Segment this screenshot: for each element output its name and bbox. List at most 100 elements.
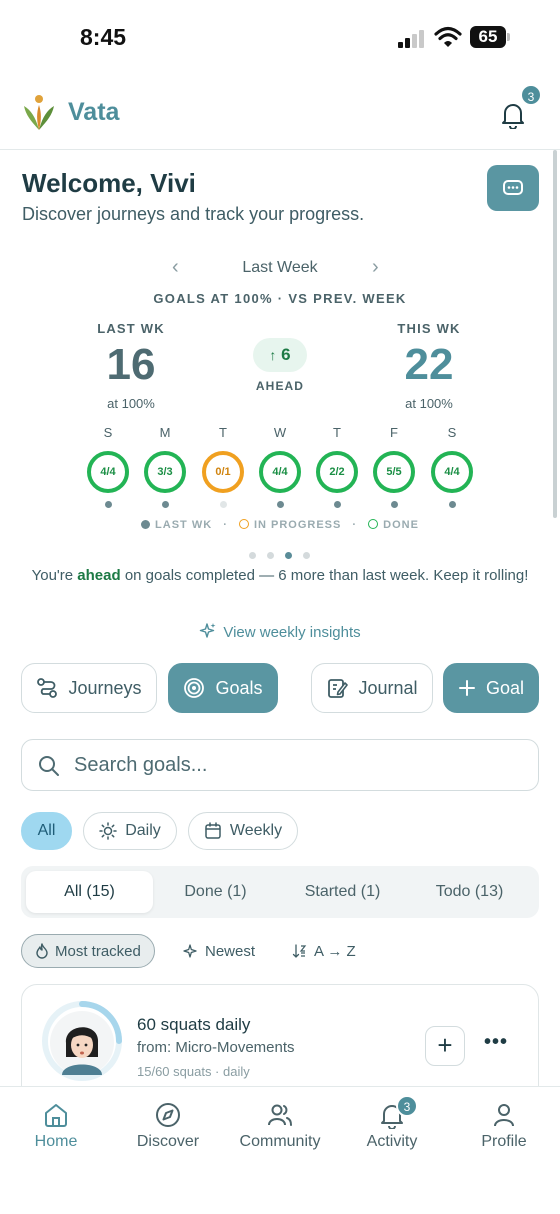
sparkle-icon — [200, 623, 216, 638]
day-progress-ring: 4/4 — [259, 451, 301, 493]
goal-progress-meta: 15/60 squats · daily — [137, 1064, 250, 1079]
sort-az-label: A → Z — [314, 942, 356, 960]
sort-alphabetical[interactable]: A → Z — [292, 934, 356, 968]
add-goal-label: Goal — [485, 677, 525, 698]
journeys-label: Journeys — [68, 677, 142, 698]
nav-discover-label: Discover — [136, 1133, 200, 1150]
more-options-icon[interactable]: ••• — [484, 1031, 508, 1054]
day-letter: S — [447, 425, 457, 440]
weekly-insights-link[interactable]: View weekly insights — [0, 622, 560, 641]
chat-button[interactable] — [487, 165, 539, 211]
battery-icon: 65 — [470, 26, 510, 48]
message-suffix: on goals completed — 6 more than last we… — [120, 567, 529, 584]
nav-activity[interactable]: 3 Activity — [336, 1095, 448, 1151]
day-wednesday[interactable]: W 4/4 — [251, 425, 309, 508]
goals-button[interactable]: Goals — [168, 663, 278, 713]
legend-done: DONE — [383, 519, 419, 531]
day-letter: T — [219, 425, 227, 440]
activity-badge: 3 — [396, 1095, 418, 1117]
progress-legend: LAST WK · IN PROGRESS · DONE — [0, 519, 560, 531]
sparkle-icon — [183, 944, 197, 958]
chat-icon — [503, 180, 523, 195]
day-saturday[interactable]: S 4/4 — [423, 425, 481, 508]
last-week-dot — [104, 501, 112, 508]
nav-profile-label: Profile — [481, 1133, 527, 1150]
nav-home-label: Home — [34, 1133, 78, 1150]
sort-most-tracked-label: Most tracked — [55, 942, 141, 960]
cellular-signal-icon — [398, 30, 424, 48]
user-icon — [494, 1104, 514, 1127]
bottom-navigation: Home Discover Community 3 Activity Profi… — [0, 1086, 560, 1214]
log-progress-button[interactable]: + — [425, 1026, 465, 1066]
week-label: Last Week — [242, 259, 318, 276]
day-friday[interactable]: F 5/5 — [365, 425, 423, 508]
this-week-sub: at 100% — [405, 396, 453, 411]
notifications-bell-icon[interactable] — [500, 101, 526, 129]
filter-weekly-chip[interactable]: Weekly — [188, 812, 298, 850]
pager-dot[interactable] — [267, 552, 274, 559]
day-tuesday[interactable]: T 0/1 — [194, 425, 252, 508]
flame-icon — [36, 943, 48, 959]
home-icon — [45, 1104, 67, 1127]
journal-label: Journal — [358, 677, 418, 698]
goal-avatar — [42, 1001, 122, 1081]
tab-all[interactable]: All (15) — [26, 871, 153, 913]
week-navigator: ‹ Last Week › — [0, 256, 560, 282]
nav-discover[interactable]: Discover — [112, 1101, 224, 1151]
legend-progress-ring-icon — [238, 519, 249, 529]
day-monday[interactable]: M 3/3 — [136, 425, 194, 508]
search-field[interactable] — [21, 739, 539, 791]
sort-newest[interactable]: Newest — [183, 934, 255, 968]
filter-all-label: All — [37, 822, 56, 839]
day-progress-ring: 0/1 — [202, 451, 244, 493]
calendar-icon — [205, 822, 221, 839]
carousel-pager[interactable] — [249, 546, 321, 564]
search-icon — [39, 756, 59, 776]
notification-badge: 3 — [520, 84, 542, 106]
sort-most-tracked[interactable]: Most tracked — [21, 934, 155, 968]
day-progress-ring: 4/4 — [431, 451, 473, 493]
filter-daily-chip[interactable]: Daily — [83, 812, 177, 850]
welcome-title: Welcome, Vivi — [22, 168, 196, 198]
legend-last-week: LAST WK — [155, 519, 213, 531]
day-sunday[interactable]: S 4/4 — [79, 425, 137, 508]
day-progress-ring: 2/2 — [316, 451, 358, 493]
last-week-dot — [390, 501, 398, 508]
journeys-button[interactable]: Journeys — [21, 663, 157, 713]
nav-profile[interactable]: Profile — [448, 1101, 560, 1151]
compass-icon — [156, 1103, 180, 1127]
next-week-chevron-icon[interactable]: › — [372, 256, 379, 279]
last-week-dot — [333, 501, 341, 508]
search-input[interactable] — [74, 750, 514, 780]
journal-button[interactable]: Journal — [311, 663, 433, 713]
scrollbar[interactable] — [553, 150, 557, 518]
vata-logo-icon — [24, 95, 54, 130]
status-tabs: All (15) Done (1) Started (1) Todo (13) — [21, 866, 539, 918]
day-letter: S — [103, 425, 113, 440]
day-letter: W — [273, 425, 287, 440]
progress-message: You're ahead on goals completed — 6 more… — [30, 565, 530, 586]
nav-community-label: Community — [239, 1133, 321, 1150]
day-thursday[interactable]: T 2/2 — [308, 425, 366, 508]
sort-arrows-icon — [292, 944, 307, 958]
tab-done[interactable]: Done (1) — [152, 871, 279, 913]
nav-community[interactable]: Community — [224, 1101, 336, 1151]
pager-dot[interactable] — [303, 552, 310, 559]
tab-todo[interactable]: Todo (13) — [406, 871, 533, 913]
day-progress-ring: 3/3 — [144, 451, 186, 493]
add-goal-button[interactable]: Goal — [443, 663, 539, 713]
nav-home[interactable]: Home — [0, 1101, 112, 1151]
wifi-icon — [434, 26, 462, 47]
ahead-delta-value: 6 — [281, 345, 291, 364]
plus-icon — [458, 680, 475, 696]
goals-caption: GOALS AT 100% · VS PREV. WEEK — [153, 291, 407, 306]
tab-started[interactable]: Started (1) — [279, 871, 406, 913]
day-letter: T — [333, 425, 341, 440]
pager-dot-active[interactable] — [285, 552, 292, 559]
pager-dot[interactable] — [249, 552, 256, 559]
arrow-up-icon: ↑ — [269, 347, 277, 363]
legend-filled-dot-icon — [141, 520, 151, 529]
filter-all-chip[interactable]: All — [21, 812, 72, 850]
journal-icon — [328, 679, 349, 698]
legend-done-ring-icon — [368, 519, 379, 529]
